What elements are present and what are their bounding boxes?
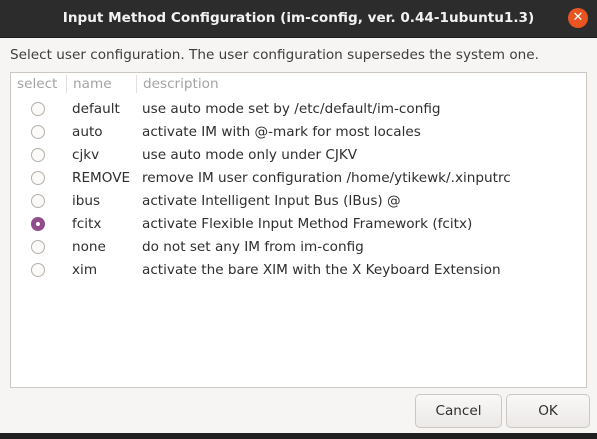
row-description: activate IM with @-mark for most locales [142,124,421,140]
row-name: fcitx [72,216,102,232]
row-description: use auto mode set by /etc/default/im-con… [142,101,441,117]
window-title: Input Method Configuration (im-config, v… [62,10,535,26]
column-separator [66,75,67,93]
column-header-name[interactable]: name [73,73,112,96]
column-header-description[interactable]: description [143,73,219,96]
select-radio-fcitx[interactable] [31,217,45,231]
row-name: xim [72,262,98,278]
row-description: do not set any IM from im-config [142,239,364,255]
select-radio-cjkv[interactable] [31,148,45,162]
row-description: use auto mode only under CJKV [142,147,358,163]
row-name: cjkv [72,147,100,163]
select-radio-remove[interactable] [31,171,45,185]
row-description: activate Intelligent Input Bus (IBus) @ [142,193,401,209]
close-button[interactable]: ✕ [568,8,588,28]
table-row[interactable]: ibus activate Intelligent Input Bus (IBus… [11,190,586,213]
select-radio-ibus[interactable] [31,194,45,208]
select-radio-none[interactable] [31,240,45,254]
table-row[interactable]: REMOVE remove IM user configuration /home… [11,167,586,190]
table-row[interactable]: none do not set any IM from im-config [11,236,586,259]
table-row[interactable]: fcitx activate Flexible Input Method Fram… [11,213,586,236]
select-radio-xim[interactable] [31,263,45,277]
select-radio-default[interactable] [31,102,45,116]
background-desktop-strip [0,433,597,439]
row-description: activate Flexible Input Method Framework… [142,216,473,232]
table-row[interactable]: cjkv use auto mode only under CJKV [11,144,586,167]
table-row[interactable]: default use auto mode set by /etc/default… [11,98,586,121]
cancel-button[interactable]: Cancel [415,394,502,428]
configuration-list[interactable]: select name description default use auto … [10,72,587,388]
table-row[interactable]: auto activate IM with @-mark for most loc… [11,121,586,144]
row-name: REMOVE [72,170,131,186]
im-config-dialog: Input Method Configuration (im-config, v… [0,0,597,439]
title-bar[interactable]: Input Method Configuration (im-config, v… [0,0,597,38]
row-name: default [72,101,120,117]
close-icon: ✕ [572,10,584,25]
instruction-text: Select user configuration. The user conf… [10,47,539,63]
row-name: none [72,239,106,255]
list-header: select name description [11,73,586,96]
column-header-select[interactable]: select [17,73,57,96]
table-row[interactable]: xim activate the bare XIM with the X Keyb… [11,259,586,282]
row-name: auto [72,124,103,140]
row-description: activate the bare XIM with the X Keyboar… [142,262,501,278]
column-separator [136,75,137,93]
select-radio-auto[interactable] [31,125,45,139]
ok-button[interactable]: OK [506,394,590,428]
row-name: ibus [72,193,101,209]
row-description: remove IM user configuration /home/ytike… [142,170,511,186]
